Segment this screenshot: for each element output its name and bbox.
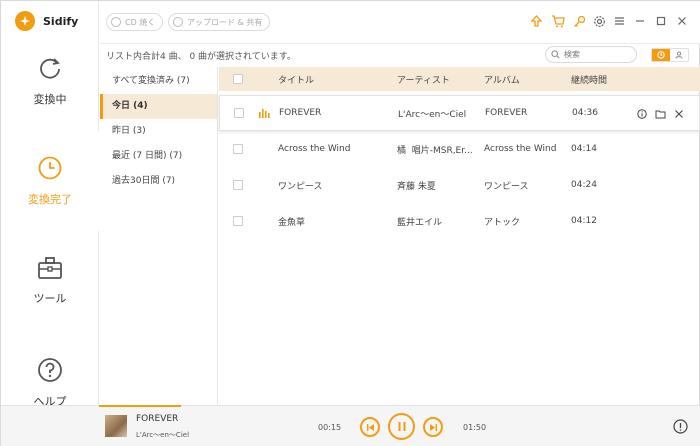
upload-share-button[interactable]: アップロード & 共有 [168, 13, 271, 31]
table-header: タイトル アーティスト アルバム 継続時間 [219, 67, 700, 91]
app-name: Sidify [43, 14, 79, 28]
maximize-icon[interactable] [654, 14, 668, 28]
track-artist: 橘 ️ 唱片-MSR,Er... [397, 145, 473, 156]
next-button[interactable] [423, 417, 443, 437]
info-icon[interactable] [637, 109, 647, 119]
list-header-bar: リスト内合計4 曲、 0 曲が選択されています。 [100, 43, 700, 67]
key-icon[interactable] [572, 14, 586, 28]
category-last-30-days[interactable]: 過去30日間 (7) [100, 169, 217, 194]
table-row[interactable]: FOREVER L'Arc～en～Ciel FOREVER 04:36 [219, 95, 700, 131]
category-today[interactable]: 今日 (4) [100, 94, 217, 119]
track-table: タイトル アーティスト アルバム 継続時間 FOREVER L'Arc～en～C… [219, 67, 700, 239]
track-artist: 藍井エイル [397, 217, 443, 228]
logo-icon [15, 11, 35, 31]
clock-icon [657, 51, 665, 59]
app-logo: Sidify [15, 11, 78, 31]
track-duration: 04:12 [571, 216, 597, 226]
previous-icon [366, 423, 374, 431]
search-icon [551, 50, 560, 59]
category-list: すべて変換済み (7) 今日 (4) 昨日 (3) 最近 (7 日間) (7) … [100, 67, 218, 405]
cd-icon [111, 17, 121, 27]
help-icon [38, 358, 62, 382]
sidebar-item-label: 変換完了 [28, 193, 72, 206]
previous-button[interactable] [360, 417, 380, 437]
column-title[interactable]: タイトル [278, 73, 314, 86]
sidebar-item-label: ツール [33, 292, 67, 305]
artist-view-button[interactable] [670, 49, 688, 61]
sidebar-item-tools[interactable]: ツール [1, 231, 99, 331]
column-duration[interactable]: 継続時間 [571, 73, 607, 86]
app-window: Sidify 変換中 変換完了 ツール ヘルプ CD 焼く アップロード & 共… [0, 0, 700, 446]
track-artist: L'Arc～en～Ciel [398, 109, 467, 120]
playback-progress[interactable] [99, 405, 181, 407]
table-row[interactable]: 金魚草 藍井エイル アトック 04:12 [219, 203, 700, 239]
track-duration: 04:36 [572, 108, 598, 118]
folder-icon[interactable] [655, 109, 666, 119]
category-yesterday[interactable]: 昨日 (3) [100, 119, 217, 144]
album-cover [105, 415, 127, 437]
cart-icon[interactable] [551, 14, 565, 28]
sidebar-item-converting[interactable]: 変換中 [1, 31, 99, 131]
minimize-icon[interactable] [633, 14, 647, 28]
toolbar: CD 焼く アップロード & 共有 [100, 1, 700, 43]
track-album: FOREVER [485, 108, 528, 118]
list-summary: リスト内合計4 曲、 0 曲が選択されています。 [106, 52, 296, 62]
track-album: ワンピース [484, 181, 529, 192]
row-actions [637, 109, 684, 119]
next-icon [429, 423, 437, 431]
category-all[interactable]: すべて変換済み (7) [100, 69, 217, 94]
track-title: Across the Wind [278, 144, 351, 154]
playing-icon [259, 109, 270, 118]
burn-cd-label: CD 焼く [125, 17, 156, 27]
column-artist[interactable]: アーティスト [397, 73, 475, 86]
close-icon[interactable] [675, 14, 689, 28]
view-toggle [651, 48, 689, 62]
track-album: アトック [484, 217, 521, 228]
history-view-button[interactable] [652, 49, 670, 61]
row-checkbox[interactable] [234, 108, 244, 118]
track-artist: 斉藤 朱夏 [397, 181, 436, 192]
column-album[interactable]: アルバム [484, 73, 520, 86]
search-box[interactable] [545, 46, 637, 63]
menu-icon[interactable] [612, 14, 626, 28]
elapsed-time: 00:15 [318, 423, 342, 432]
row-checkbox[interactable] [233, 144, 243, 154]
user-icon [675, 51, 683, 59]
pause-button[interactable] [388, 413, 415, 440]
search-input[interactable] [564, 50, 624, 59]
total-time: 01:50 [463, 423, 487, 432]
track-album: Across the Wind [484, 144, 557, 154]
track-title: ワンピース [278, 181, 323, 192]
pause-icon [398, 422, 405, 431]
upload-icon[interactable] [529, 14, 543, 28]
upload-share-label: アップロード & 共有 [187, 17, 263, 27]
track-title: 金魚草 [278, 217, 306, 228]
toolbox-icon [38, 257, 62, 279]
track-duration: 04:24 [571, 180, 597, 190]
now-playing-title: FOREVER [136, 414, 179, 424]
table-row[interactable]: Across the Wind 橘 ️ 唱片-MSR,Er... Across … [219, 131, 700, 167]
table-row[interactable]: ワンピース 斉藤 朱夏 ワンピース 04:24 [219, 167, 700, 203]
info-icon[interactable] [673, 419, 688, 434]
sidebar-item-converted[interactable]: 変換完了 [1, 131, 99, 231]
category-last-7-days[interactable]: 最近 (7 日間) (7) [100, 144, 217, 169]
refresh-icon [40, 58, 60, 79]
gear-icon[interactable] [592, 14, 606, 28]
remove-icon[interactable] [674, 109, 684, 119]
row-checkbox[interactable] [233, 180, 243, 190]
row-checkbox[interactable] [233, 216, 243, 226]
select-all-checkbox[interactable] [233, 74, 243, 84]
clock-icon [38, 156, 62, 180]
track-duration: 04:14 [571, 144, 597, 154]
sidebar: Sidify 変換中 変換完了 ツール ヘルプ [1, 1, 99, 408]
upload-icon [173, 17, 183, 27]
now-playing-artist: L'Arc～en～Ciel [136, 431, 190, 439]
track-title: FOREVER [279, 108, 322, 118]
player-bar: FOREVER L'Arc～en～Ciel 00:15 01:50 [1, 405, 700, 446]
sidebar-item-label: 変換中 [33, 93, 67, 106]
burn-cd-button[interactable]: CD 焼く [106, 13, 164, 31]
